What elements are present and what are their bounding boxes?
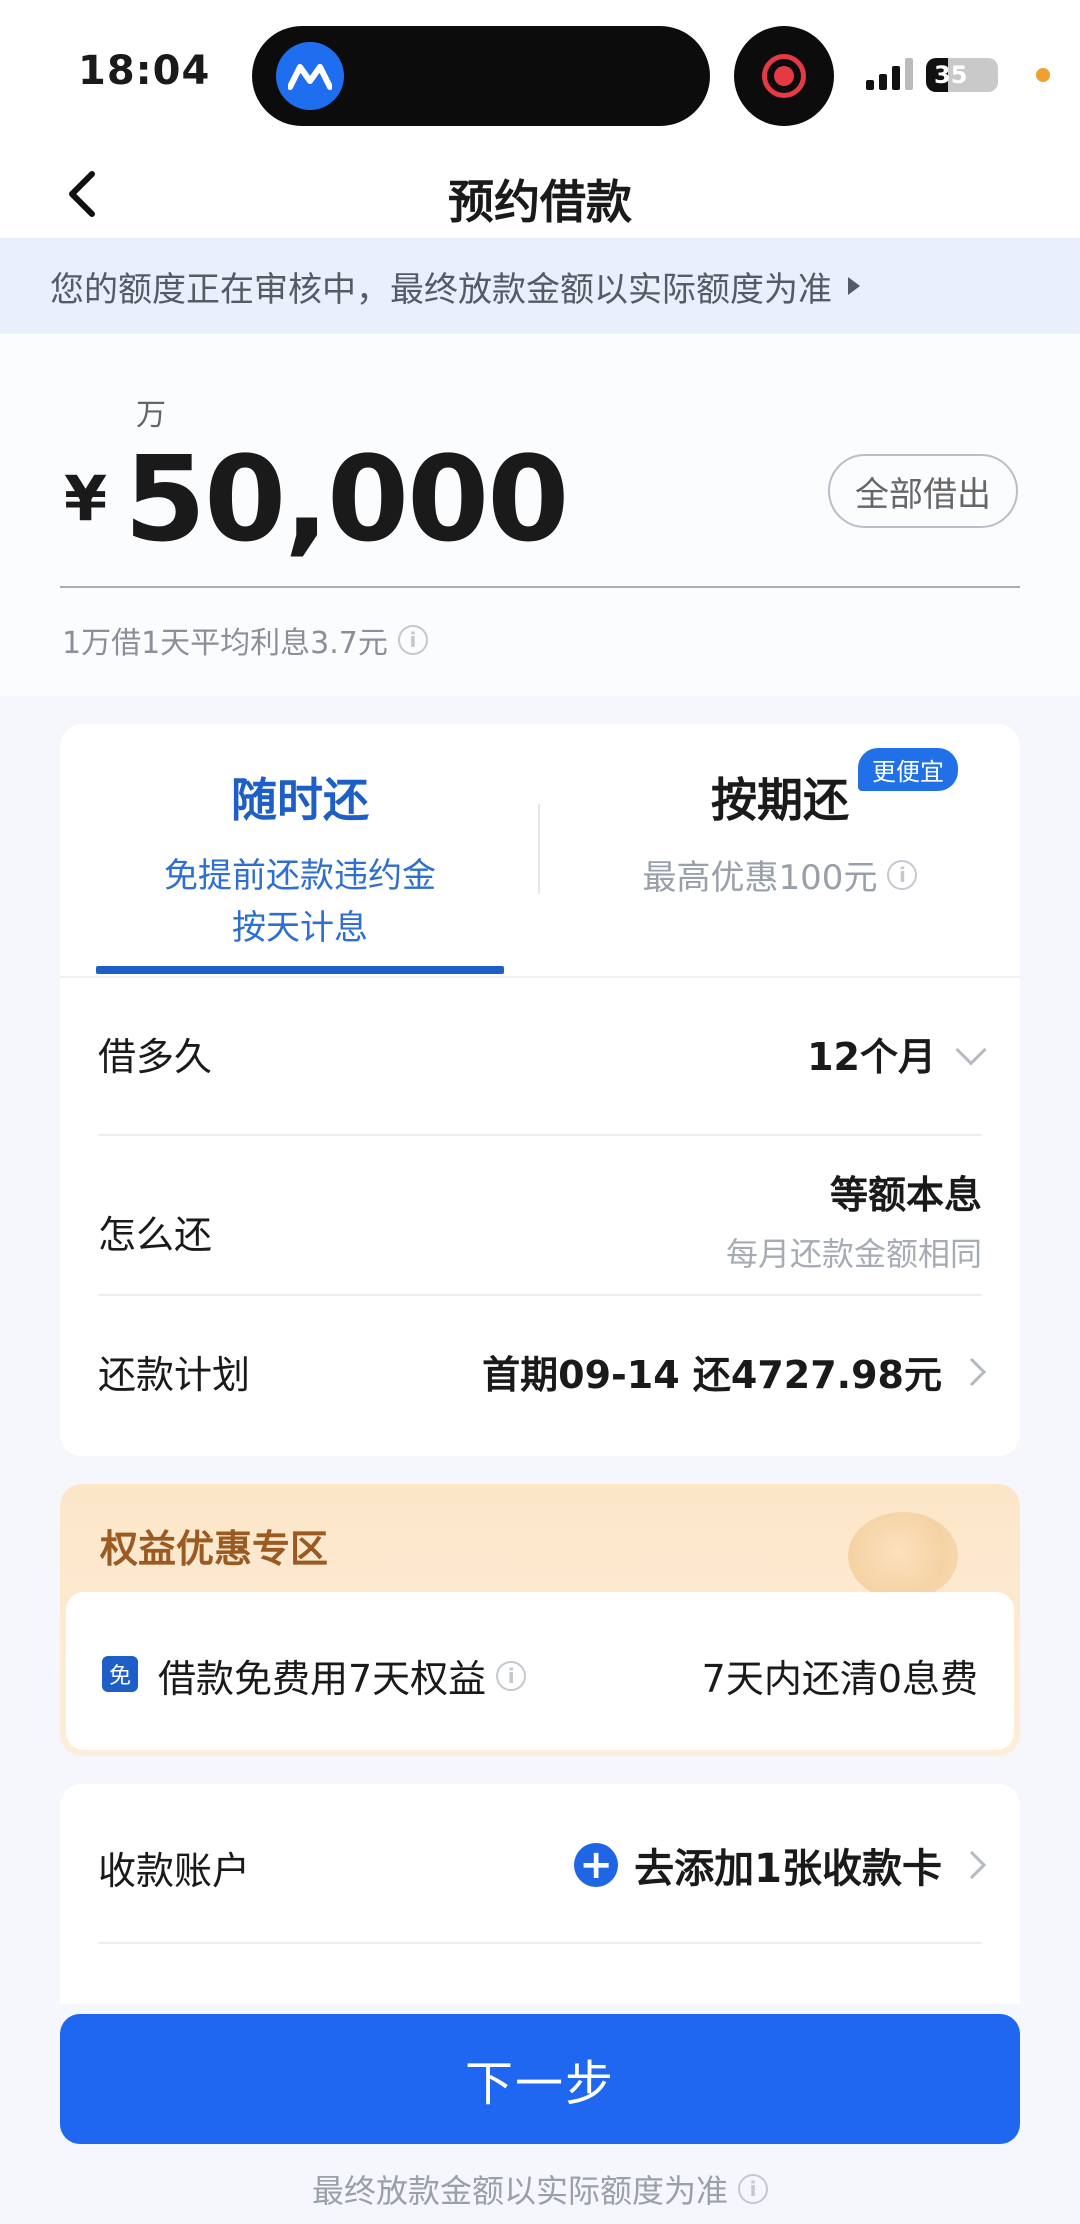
info-icon[interactable]: i (887, 859, 918, 890)
repay-method-label: 怎么还 (98, 1213, 213, 1257)
repay-method-value: 等额本息 (829, 1173, 982, 1217)
plus-icon: + (574, 1843, 619, 1887)
footer-note-text: 最终放款金额以实际额度为准 (311, 2172, 728, 2210)
dynamic-island (252, 26, 710, 126)
benefit-item-value: 7天内还清0息费 (701, 1657, 978, 1701)
row-divider (98, 1942, 982, 1944)
free-badge: 免 (102, 1656, 138, 1692)
nav-bar: 预约借款 (0, 150, 1080, 238)
status-bar: 18:04 35 (0, 0, 1080, 150)
row-divider (98, 1294, 982, 1296)
amount-unit-hint: 万 (136, 398, 166, 433)
amount-section: 万 ¥ 50,000 全部借出 1万借1天平均利息3.7元 i (0, 334, 1080, 696)
tab-repay-anytime-title: 随时还 (231, 773, 369, 827)
info-icon[interactable]: i (738, 2174, 768, 2204)
chevron-down-icon (955, 1033, 987, 1066)
coin-icon (848, 1512, 958, 1600)
status-time: 18:04 (78, 48, 211, 94)
borrow-all-button[interactable]: 全部借出 (828, 454, 1018, 528)
term-label: 借多久 (98, 1035, 213, 1079)
repay-method-sub: 每月还款金额相同 (725, 1235, 982, 1273)
interest-note: 1万借1天平均利息3.7元 i (62, 618, 428, 662)
account-card: 收款账户 + 去添加1张收款卡 (60, 1784, 1020, 2004)
tab-repay-anytime-sub1: 免提前还款违约金 (164, 856, 436, 896)
benefits-zone: 权益优惠专区 免 借款免费用7天权益 i 7天内还清0息费 (60, 1484, 1020, 1756)
tab-repay-anytime-sub2: 按天计息 (232, 908, 368, 948)
repayment-card: 随时还 免提前还款违约金 按天计息 按期还 最高优惠100元 i 更便宜 借多久… (60, 724, 1020, 1456)
account-label: 收款账户 (98, 1849, 251, 1893)
next-step-button[interactable]: 下一步 (60, 2014, 1020, 2144)
info-icon[interactable]: i (496, 1660, 527, 1691)
tab-separator (538, 804, 540, 894)
tab-repay-scheduled-sub: 最高优惠100元 (642, 858, 878, 898)
info-icon[interactable]: i (397, 625, 428, 655)
record-icon (762, 54, 806, 98)
tabs-divider (60, 976, 1020, 978)
repay-plan-label: 还款计划 (98, 1353, 251, 1397)
chevron-right-icon (957, 1850, 987, 1880)
repay-method-row[interactable]: 怎么还 等额本息 每月还款金额相同 (98, 1164, 982, 1284)
term-row[interactable]: 借多久 12个月 (98, 1012, 987, 1092)
row-divider (98, 1134, 982, 1136)
term-value: 12个月 (807, 1035, 936, 1079)
battery-level: 35 (934, 61, 968, 89)
screen-record-indicator (734, 26, 834, 126)
currency-symbol: ¥ (64, 462, 108, 535)
add-card-button[interactable]: + 去添加1张收款卡 (574, 1836, 987, 1894)
tab-repay-anytime[interactable]: 随时还 免提前还款违约金 按天计息 (100, 764, 500, 954)
benefits-title: 权益优惠专区 (100, 1527, 329, 1571)
benefit-item-text: 借款免费用7天权益 (158, 1657, 487, 1701)
page-title: 预约借款 (448, 175, 632, 229)
add-card-text: 去添加1张收款卡 (634, 1846, 942, 1892)
loan-amount-input[interactable]: 50,000 (124, 430, 569, 568)
signal-icon (866, 58, 913, 90)
loan-page: 18:04 35 预约借款 您的额度正在审核中，最终放款金额以实际额度为准 万 … (0, 0, 1080, 2224)
review-notice[interactable]: 您的额度正在审核中，最终放款金额以实际额度为准 (0, 238, 1080, 334)
chevron-right-icon (957, 1357, 987, 1386)
interest-note-text: 1万借1天平均利息3.7元 (62, 626, 388, 661)
privacy-dot-icon (1036, 68, 1050, 82)
review-notice-text: 您的额度正在审核中，最终放款金额以实际额度为准 (50, 269, 832, 310)
cheaper-badge: 更便宜 (858, 748, 958, 791)
repay-plan-row[interactable]: 还款计划 首期09-14 还4727.98元 (98, 1330, 987, 1410)
repay-plan-value: 首期09-14 还4727.98元 (482, 1353, 942, 1397)
active-tab-indicator (96, 966, 504, 974)
amount-divider (60, 586, 1020, 588)
battery-icon: 35 (926, 58, 998, 92)
footer-note: 最终放款金额以实际额度为准 i (0, 2166, 1080, 2212)
app-logo-icon (276, 42, 344, 110)
arrow-right-icon (848, 277, 860, 295)
benefit-item[interactable]: 免 借款免费用7天权益 i 7天内还清0息费 (66, 1592, 1014, 1750)
